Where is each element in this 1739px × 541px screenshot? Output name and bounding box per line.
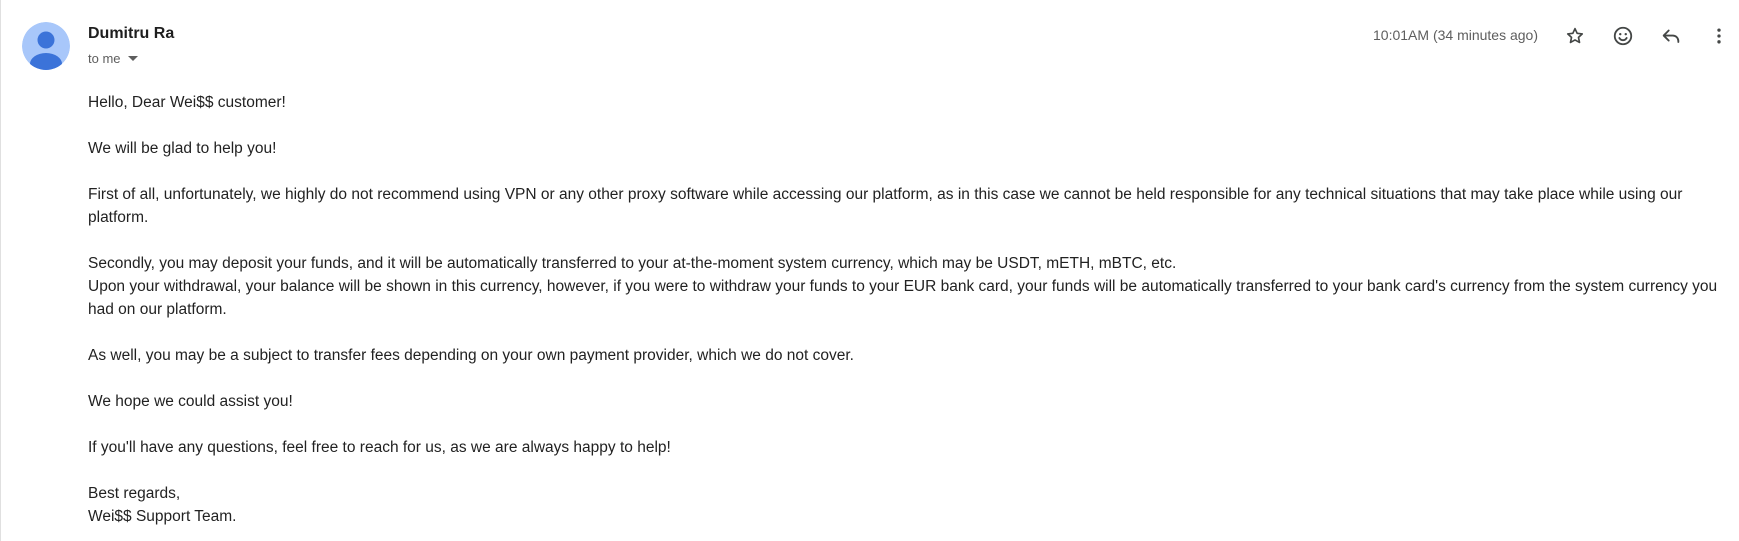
reply-icon bbox=[1662, 29, 1680, 43]
sender-name: Dumitru Ra bbox=[88, 25, 175, 42]
message-paragraph: We hope we could assist you! bbox=[88, 393, 293, 410]
message-signoff: Best regards, bbox=[88, 485, 181, 502]
reply-button[interactable] bbox=[1655, 20, 1687, 52]
message-paragraph: Secondly, you may deposit your funds, an… bbox=[88, 255, 1177, 272]
message-signature: Wei$$ Support Team. bbox=[88, 508, 237, 525]
caret-down-icon bbox=[127, 56, 138, 61]
star-button[interactable] bbox=[1559, 20, 1591, 52]
star-icon bbox=[1566, 27, 1584, 44]
person-icon bbox=[22, 22, 70, 70]
emoji-icon bbox=[1613, 26, 1633, 46]
message-body: Hello, Dear Wei$$ customer! We will be g… bbox=[88, 91, 1733, 528]
recipient-label: to me bbox=[88, 51, 121, 66]
message-paragraph: As well, you may be a subject to transfe… bbox=[88, 347, 854, 364]
timestamp: 10:01AM (34 minutes ago) bbox=[1373, 27, 1538, 43]
message-paragraph: First of all, unfortunately, we highly d… bbox=[88, 186, 1683, 226]
more-options-button[interactable] bbox=[1703, 20, 1735, 52]
message-greeting: Hello, Dear Wei$$ customer! bbox=[88, 94, 286, 111]
message-paragraph: Upon your withdrawal, your balance will … bbox=[88, 278, 1718, 318]
left-border bbox=[0, 0, 1, 541]
more-vertical-icon bbox=[1717, 28, 1721, 44]
message-paragraph: If you'll have any questions, feel free … bbox=[88, 439, 671, 456]
recipient-dropdown[interactable]: to me bbox=[88, 51, 138, 66]
avatar[interactable] bbox=[22, 22, 70, 70]
message-paragraph: We will be glad to help you! bbox=[88, 140, 277, 157]
add-reaction-button[interactable] bbox=[1607, 20, 1639, 52]
